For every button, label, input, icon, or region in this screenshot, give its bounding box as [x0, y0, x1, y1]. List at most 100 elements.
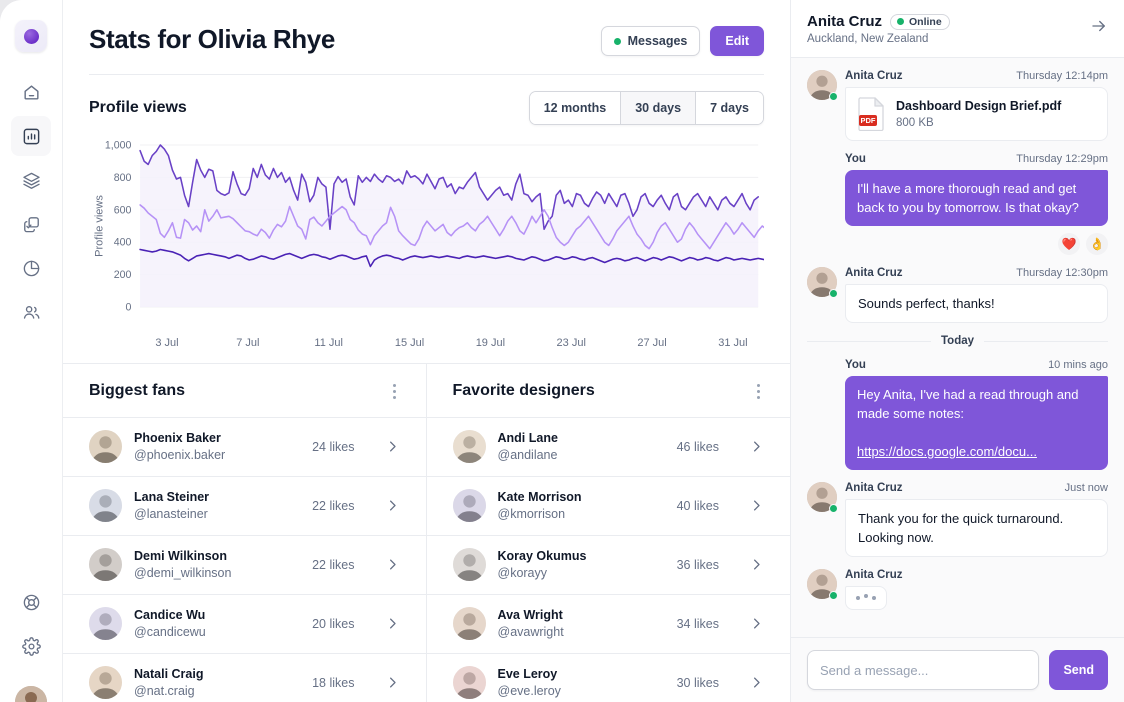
- x-tick: 11 Jul: [314, 336, 343, 349]
- message-reactions: ❤️ 👌: [845, 233, 1108, 255]
- list-item-likes: 22 likes: [312, 498, 355, 513]
- list-item[interactable]: Ava Wright @avawright 34 likes: [426, 593, 790, 653]
- chat-header-info: Anita Cruz Online Auckland, New Zealand: [807, 13, 950, 45]
- svg-text:0: 0: [126, 301, 132, 313]
- user-avatar[interactable]: [15, 686, 47, 702]
- list-item[interactable]: Candice Wu @candicewu 20 likes: [63, 593, 426, 653]
- chart-title: Profile views: [89, 98, 187, 116]
- list-item[interactable]: Natali Craig @nat.craig 18 likes: [63, 652, 426, 702]
- list-item-likes: 36 likes: [676, 557, 719, 572]
- message-meta: Anita Cruz Just now: [845, 482, 1108, 494]
- app-root: Stats for Olivia Rhye Messages Edit Prof…: [0, 0, 1124, 702]
- sidebar-item-analytics[interactable]: [11, 116, 51, 156]
- reaction-chip[interactable]: 👌: [1086, 233, 1108, 255]
- list-item-handle: @andilane: [497, 447, 558, 462]
- list-item-identity: Natali Craig @nat.craig: [134, 666, 300, 700]
- list-item-identity: Ava Wright @avawright: [498, 607, 665, 641]
- list-item[interactable]: Demi Wilkinson @demi_wilkinson 22 likes: [63, 534, 426, 594]
- chevron-right-icon[interactable]: [385, 439, 400, 454]
- message-time: 10 mins ago: [1048, 359, 1108, 371]
- avatar: [89, 548, 122, 582]
- users-icon: [22, 303, 41, 322]
- chevron-right-icon[interactable]: [749, 498, 764, 513]
- chevron-right-icon[interactable]: [749, 557, 764, 572]
- chat-message-list[interactable]: Anita Cruz Thursday 12:14pm PDF Dashboar…: [791, 58, 1124, 637]
- lifebuoy-icon: [22, 593, 41, 612]
- sidebar-item-projects[interactable]: [11, 160, 51, 200]
- home-icon: [22, 83, 41, 102]
- layers-icon: [22, 171, 41, 190]
- chat-message: Anita Cruz Thursday 12:30pm Sounds perfe…: [807, 267, 1108, 323]
- chevron-right-icon[interactable]: [749, 439, 764, 454]
- chevron-right-icon[interactable]: [385, 675, 400, 690]
- avatar: [89, 430, 122, 464]
- list-item[interactable]: Lana Steiner @lanasteiner 22 likes: [63, 475, 426, 535]
- list-item-handle: @demi_wilkinson: [134, 565, 232, 580]
- chat-message: Anita Cruz Thursday 12:14pm PDF Dashboar…: [807, 70, 1108, 141]
- online-status-icon: [829, 591, 838, 600]
- avatar: [89, 607, 122, 641]
- main-content: Stats for Olivia Rhye Messages Edit Prof…: [63, 0, 790, 702]
- list-item-handle: @kmorrison: [497, 506, 566, 521]
- chevron-right-icon[interactable]: [749, 675, 764, 690]
- message-avatar: [807, 267, 838, 298]
- gear-icon: [21, 636, 41, 656]
- file-attachment[interactable]: PDF Dashboard Design Brief.pdf 800 KB: [845, 87, 1108, 141]
- chevron-right-icon[interactable]: [749, 616, 764, 631]
- expand-chat-button[interactable]: [1090, 13, 1108, 40]
- message-body: You 10 mins ago Hey Anita, I've had a re…: [845, 359, 1108, 470]
- sidebar-item-users[interactable]: [11, 292, 51, 332]
- typing-indicator: [845, 586, 887, 610]
- chevron-right-icon[interactable]: [385, 498, 400, 513]
- biggest-fans-menu-icon[interactable]: [389, 380, 400, 403]
- message-link[interactable]: https://docs.google.com/docu...: [857, 444, 1037, 459]
- list-item[interactable]: Eve Leroy @eve.leroy 30 likes: [426, 652, 790, 702]
- list-item[interactable]: Koray Okumus @korayy 36 likes: [426, 534, 790, 594]
- favorite-designers-header: Favorite designers: [427, 364, 791, 417]
- message-meta: Anita Cruz Thursday 12:30pm: [845, 267, 1108, 279]
- x-tick: 31 Jul: [718, 336, 748, 349]
- sidebar-item-settings[interactable]: [11, 626, 51, 666]
- messages-button-label: Messages: [627, 34, 688, 48]
- send-button[interactable]: Send: [1049, 650, 1108, 690]
- list-item-identity: Phoenix Baker @phoenix.baker: [134, 430, 300, 464]
- range-12-months[interactable]: 12 months: [529, 91, 622, 124]
- message-input[interactable]: [807, 650, 1040, 690]
- sidebar-item-home[interactable]: [11, 72, 51, 112]
- sidebar-item-tasks[interactable]: [11, 204, 51, 244]
- x-tick: 27 Jul: [637, 336, 667, 349]
- sidebar-item-support[interactable]: [11, 582, 51, 622]
- sidebar-item-reporting[interactable]: [11, 248, 51, 288]
- list-item-name: Candice Wu: [134, 607, 206, 622]
- list-item-likes: 30 likes: [676, 675, 719, 690]
- favorite-designers-list: Andi Lane @andilane 46 likes Kate Morris…: [426, 416, 790, 702]
- message-avatar: [807, 70, 838, 101]
- favorite-designers-menu-icon[interactable]: [753, 380, 764, 403]
- range-7-days[interactable]: 7 days: [696, 91, 763, 124]
- message-body: Anita Cruz Thursday 12:14pm PDF Dashboar…: [845, 70, 1108, 141]
- chevron-right-icon[interactable]: [385, 616, 400, 631]
- online-status-icon: [829, 504, 838, 513]
- list-item[interactable]: Kate Morrison @kmorrison 40 likes: [426, 475, 790, 535]
- list-item[interactable]: Andi Lane @andilane 46 likes: [426, 416, 790, 476]
- page-title: Stats for Olivia Rhye: [89, 24, 335, 54]
- x-tick: 19 Jul: [475, 336, 506, 349]
- biggest-fans-title: Biggest fans: [89, 382, 186, 400]
- online-dot-icon: [897, 18, 904, 25]
- edit-button[interactable]: Edit: [710, 26, 764, 56]
- list-item-likes: 20 likes: [312, 616, 355, 631]
- bar-chart-icon: [22, 127, 41, 146]
- list-item-name: Natali Craig: [134, 666, 204, 681]
- range-30-days[interactable]: 30 days: [621, 91, 697, 124]
- logo-mark[interactable]: [15, 20, 47, 52]
- list-item-name: Ava Wright: [497, 607, 563, 622]
- file-info: Dashboard Design Brief.pdf 800 KB: [896, 98, 1061, 131]
- messages-button[interactable]: Messages: [600, 26, 701, 56]
- file-name: Dashboard Design Brief.pdf: [896, 98, 1062, 113]
- list-item[interactable]: Phoenix Baker @phoenix.baker 24 likes: [63, 416, 426, 476]
- pdf-file-icon: PDF: [858, 97, 886, 132]
- chevron-right-icon[interactable]: [385, 557, 400, 572]
- biggest-fans-panel: Biggest fans Phoenix Baker @phoenix.bake…: [63, 363, 427, 702]
- reaction-chip[interactable]: ❤️: [1058, 233, 1080, 255]
- x-tick: 7 Jul: [236, 336, 260, 349]
